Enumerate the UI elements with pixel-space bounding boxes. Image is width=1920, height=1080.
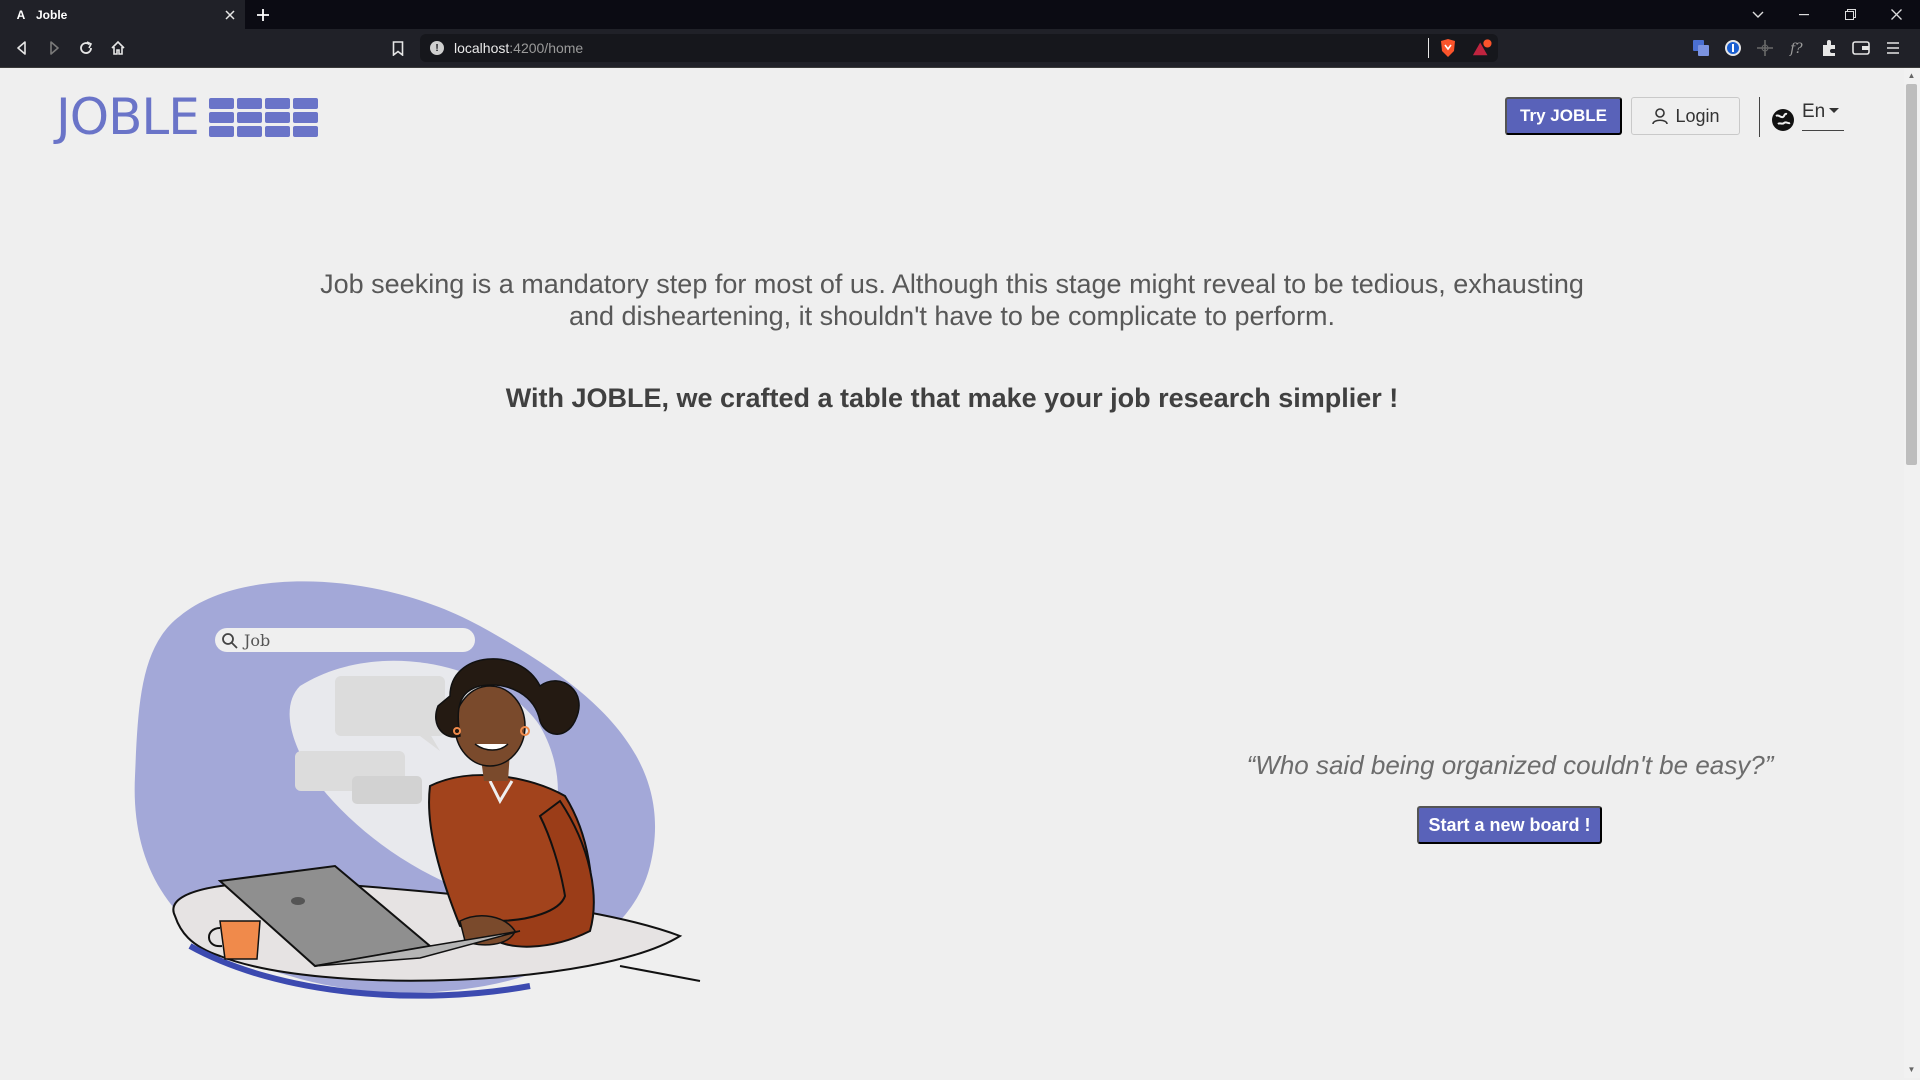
browser-tab[interactable]: A Joble (0, 0, 245, 29)
intro-text: Job seeking is a mandatory step for most… (320, 269, 1584, 331)
close-tab-icon[interactable] (219, 4, 241, 26)
extensions-icon[interactable] (1819, 38, 1839, 58)
bookmark-icon[interactable] (384, 34, 412, 62)
forward-icon[interactable] (40, 34, 68, 62)
translate-icon[interactable] (1691, 38, 1711, 58)
home-icon[interactable] (104, 34, 132, 62)
woman-laptop-illustration: Job (134, 581, 701, 999)
info-icon[interactable]: ! (430, 41, 444, 55)
restore-icon[interactable] (1832, 0, 1868, 29)
browser-tab-strip: A Joble (0, 0, 1920, 29)
scrollbar-thumb[interactable] (1906, 84, 1917, 465)
scroll-up-arrow-icon[interactable]: ▲ (1906, 70, 1917, 82)
crypto-extension-icon[interactable] (1755, 38, 1775, 58)
menu-icon[interactable] (1883, 38, 1903, 58)
minimize-icon[interactable] (1786, 0, 1822, 29)
quote-text: “Who said being organized couldn't be ea… (1246, 750, 1774, 780)
logo-grid-icon (208, 97, 318, 137)
back-icon[interactable] (8, 34, 36, 62)
reload-icon[interactable] (72, 34, 100, 62)
scroll-down-arrow-icon[interactable]: ▼ (1906, 1064, 1917, 1076)
wallet-icon[interactable] (1851, 38, 1871, 58)
logo-text: JOBLE (56, 88, 200, 146)
url-text: localhost:4200/home (454, 40, 584, 56)
svg-text:f?: f? (1789, 41, 1803, 57)
font-extension-icon[interactable]: f? (1787, 38, 1807, 58)
start-new-board-button[interactable]: Start a new board ! (1417, 806, 1602, 844)
page-content: JOBLE Try JOBLE Login En Job seeking is … (0, 68, 1904, 1078)
user-icon (1651, 107, 1669, 125)
language-value: En (1802, 101, 1826, 122)
globe-icon (1771, 108, 1795, 132)
password-manager-icon[interactable] (1723, 38, 1743, 58)
try-joble-button[interactable]: Try JOBLE (1505, 97, 1622, 135)
tab-search-icon[interactable] (1740, 0, 1776, 29)
tagline: With JOBLE, we crafted a table that make… (505, 383, 1399, 413)
chevron-down-icon (1829, 108, 1840, 113)
address-bar-divider (1428, 38, 1429, 58)
angular-favicon-icon: A (16, 7, 26, 22)
language-select[interactable]: En (1802, 101, 1844, 131)
brave-rewards-icon[interactable] (1472, 38, 1492, 58)
hero-illustration: Job (120, 576, 720, 1016)
address-bar[interactable]: ! localhost:4200/home (420, 34, 1498, 62)
joble-logo[interactable]: JOBLE (56, 92, 318, 142)
close-window-icon[interactable] (1878, 0, 1914, 29)
new-tab-button[interactable] (251, 3, 275, 27)
nav-divider (1759, 97, 1760, 137)
illustration-search-text: Job (242, 631, 270, 650)
login-label: Login (1675, 105, 1720, 126)
tab-title: Joble (36, 7, 68, 22)
login-button[interactable]: Login (1631, 97, 1740, 135)
brave-shield-icon[interactable] (1438, 38, 1458, 58)
